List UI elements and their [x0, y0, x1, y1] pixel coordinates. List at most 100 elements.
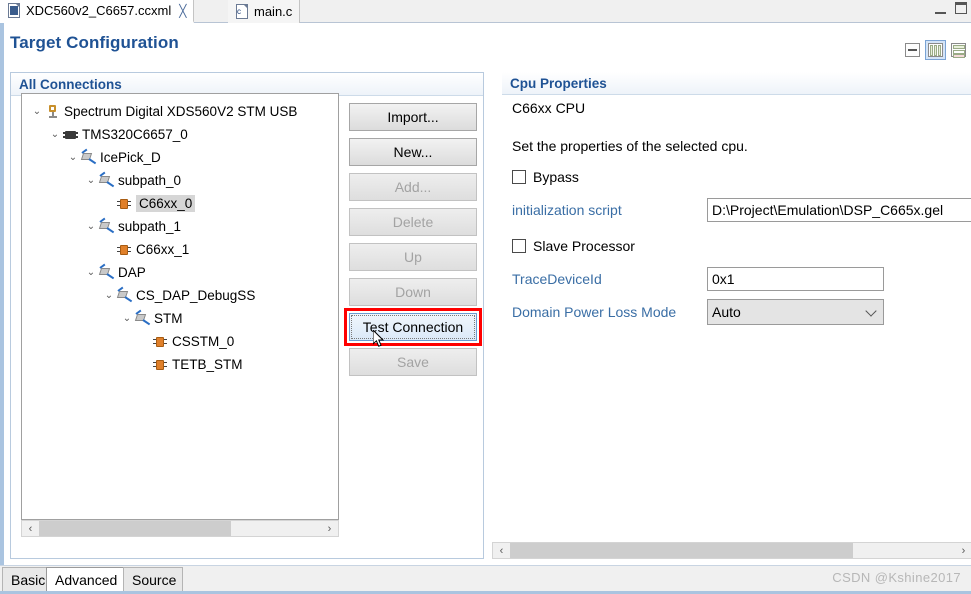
- tree-item[interactable]: C66xx_0: [22, 192, 338, 215]
- bypass-row: Bypass: [512, 166, 971, 188]
- trace-device-id-input[interactable]: 0x1: [707, 267, 884, 291]
- initialization-script-input[interactable]: D:\Project\Emulation\DSP_C665x.gel: [707, 198, 971, 222]
- chevron-down-icon[interactable]: ⌄: [120, 313, 134, 324]
- chevron-down-icon[interactable]: ⌄: [84, 221, 98, 232]
- maximize-icon[interactable]: [955, 2, 967, 14]
- tree-horizontal-scrollbar[interactable]: ‹ ›: [21, 520, 339, 537]
- connection-actions: Import... New... Add... Delete Up Down Test Co…: [344, 103, 482, 383]
- initialization-script-label: initialization script: [512, 202, 622, 218]
- c-file-icon: c: [235, 4, 249, 19]
- add-button: Add...: [349, 173, 477, 201]
- tree-item[interactable]: ⌄ TMS320C6657_0: [22, 123, 338, 146]
- connector-icon: [116, 286, 133, 304]
- layout-toggle-group: [902, 40, 969, 60]
- tree-item[interactable]: ⌄ IcePick_D: [22, 146, 338, 169]
- cpu-icon: [152, 334, 169, 350]
- chevron-down-icon[interactable]: ⌄: [66, 152, 80, 163]
- import-button[interactable]: Import...: [349, 103, 477, 131]
- trace-device-id-row: TraceDeviceId 0x1: [512, 267, 971, 291]
- tree-item[interactable]: CSSTM_0: [22, 330, 338, 353]
- tree-item-label: TMS320C6657_0: [82, 127, 188, 142]
- slave-processor-label: Slave Processor: [533, 238, 635, 254]
- scroll-left-arrow[interactable]: ‹: [22, 521, 39, 536]
- domain-power-loss-mode-select[interactable]: Auto: [707, 299, 884, 325]
- connector-icon: [98, 263, 115, 281]
- cpu-type-label: C66xx CPU: [512, 100, 586, 116]
- page-tab-advanced[interactable]: Advanced: [46, 567, 124, 593]
- bypass-checkbox[interactable]: [512, 170, 526, 184]
- connector-icon: [98, 171, 115, 189]
- chevron-down-icon[interactable]: ⌄: [30, 106, 44, 117]
- ccxml-file-icon: [7, 3, 21, 18]
- save-button: Save: [349, 348, 477, 376]
- minimize-icon[interactable]: [935, 8, 946, 14]
- tree-item-label: C66xx_1: [136, 242, 190, 257]
- page-tab-basic[interactable]: Basic: [2, 567, 47, 593]
- chevron-down-icon[interactable]: ⌄: [102, 290, 116, 301]
- chevron-down-icon[interactable]: ⌄: [84, 175, 98, 186]
- editor-page-tabs: Basic Advanced Source: [0, 565, 971, 593]
- tab-label: XDC560v2_C6657.ccxml: [26, 3, 172, 18]
- chevron-down-icon: [865, 305, 877, 317]
- connector-icon: [134, 309, 151, 327]
- chip-icon: [62, 127, 79, 143]
- tree-item[interactable]: C66xx_1: [22, 238, 338, 261]
- tree-item[interactable]: ⌄ CS_DAP_DebugSS: [22, 284, 338, 307]
- trace-device-id-label: TraceDeviceId: [512, 271, 602, 287]
- cpu-properties-group: Cpu Properties C66xx CPU Set the propert…: [492, 72, 971, 559]
- new-button[interactable]: New...: [349, 138, 477, 166]
- all-connections-group: All Connections ⌄ Spectrum Digital XDS560…: [10, 72, 484, 559]
- cpu-icon: [116, 242, 133, 258]
- test-connection-button[interactable]: Test Connection: [349, 313, 477, 341]
- cpu-properties-title: Cpu Properties: [502, 72, 971, 95]
- properties-horizontal-scrollbar[interactable]: ‹ ›: [492, 542, 971, 559]
- down-button: Down: [349, 278, 477, 306]
- two-column-layout-icon[interactable]: [925, 40, 946, 60]
- slave-processor-checkbox[interactable]: [512, 239, 526, 253]
- tree-item[interactable]: ⌄ DAP: [22, 261, 338, 284]
- tab-main-c[interactable]: c main.c: [228, 0, 301, 23]
- left-accent-bar: [0, 23, 4, 565]
- tab-label: main.c: [254, 4, 293, 19]
- scroll-left-arrow[interactable]: ‹: [493, 543, 510, 558]
- tree-item-label: subpath_0: [118, 173, 182, 188]
- scroll-right-arrow[interactable]: ›: [321, 521, 338, 536]
- tab-xdc560v2-ccxml[interactable]: XDC560v2_C6657.ccxml ╳: [0, 0, 195, 23]
- page-tab-source[interactable]: Source: [123, 567, 183, 593]
- domain-power-loss-row: Domain Power Loss Mode Auto: [512, 299, 971, 325]
- tree-item-label: CSSTM_0: [172, 334, 235, 349]
- domain-power-loss-mode-value: Auto: [712, 304, 741, 320]
- scroll-right-arrow[interactable]: ›: [955, 543, 971, 558]
- window-controls: [935, 2, 967, 14]
- watermark: CSDN @Kshine2017: [832, 570, 961, 585]
- close-icon[interactable]: ╳: [179, 5, 186, 17]
- cpu-properties-description: Set the properties of the selected cpu.: [512, 138, 748, 154]
- up-button: Up: [349, 243, 477, 271]
- tree-item[interactable]: ⌄ subpath_1: [22, 215, 338, 238]
- connector-icon: [80, 148, 97, 166]
- tree-item[interactable]: ⌄ subpath_0: [22, 169, 338, 192]
- tree-item-label: STM: [154, 311, 183, 326]
- single-column-layout-icon[interactable]: [902, 40, 923, 60]
- connections-tree[interactable]: ⌄ Spectrum Digital XDS560V2 STM USB ⌄ TMS32…: [21, 93, 339, 520]
- connector-icon: [98, 217, 115, 235]
- tree-item[interactable]: TETB_STM: [22, 353, 338, 376]
- stacked-layout-icon[interactable]: [948, 40, 969, 60]
- page-title: Target Configuration: [10, 33, 179, 52]
- chevron-down-icon[interactable]: ⌄: [48, 129, 62, 140]
- probe-icon: [44, 104, 61, 120]
- tree-item[interactable]: ⌄ STM: [22, 307, 338, 330]
- tree-item[interactable]: ⌄ Spectrum Digital XDS560V2 STM USB: [22, 100, 338, 123]
- domain-power-loss-mode-label: Domain Power Loss Mode: [512, 304, 677, 320]
- scroll-thumb[interactable]: [510, 543, 853, 558]
- cpu-icon: [116, 196, 133, 212]
- chevron-down-icon[interactable]: ⌄: [84, 267, 98, 278]
- tree-item-label: CS_DAP_DebugSS: [136, 288, 256, 303]
- delete-button: Delete: [349, 208, 477, 236]
- tree-item-label: DAP: [118, 265, 146, 280]
- scroll-thumb[interactable]: [39, 521, 231, 536]
- scroll-track[interactable]: [39, 521, 321, 536]
- tree-item-label: IcePick_D: [100, 150, 161, 165]
- bypass-label: Bypass: [533, 169, 579, 185]
- scroll-track[interactable]: [510, 543, 955, 558]
